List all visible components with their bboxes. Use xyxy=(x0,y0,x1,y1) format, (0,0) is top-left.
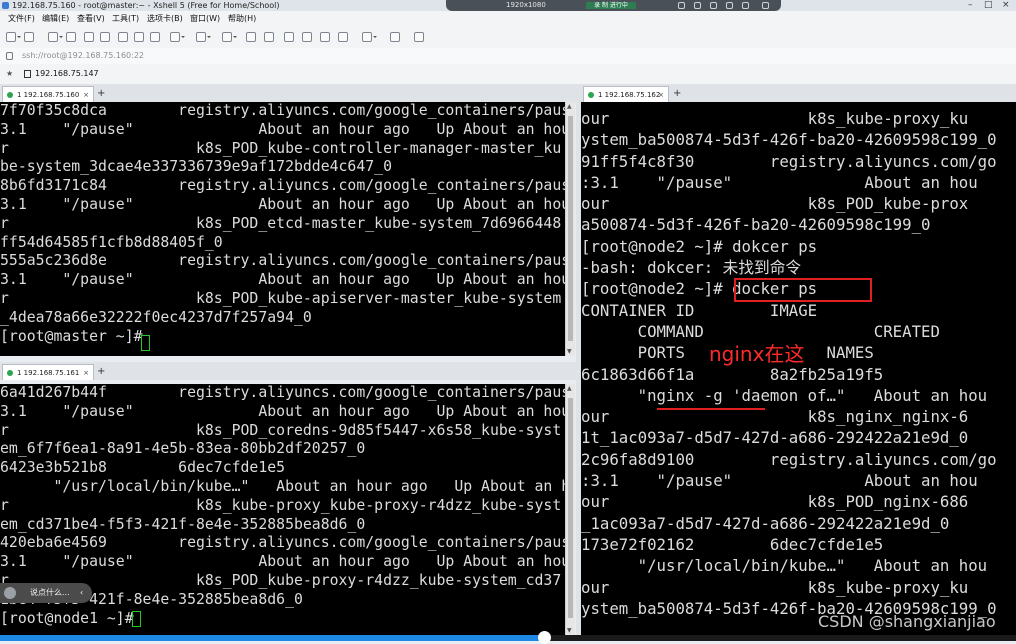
find-icon[interactable] xyxy=(150,32,160,42)
quick-session-host[interactable]: 192.168.75.147 xyxy=(35,64,99,84)
menu-window[interactable]: 窗口(W) xyxy=(190,11,220,26)
connected-status-icon xyxy=(7,370,13,376)
scrollbar-node1[interactable]: ▲ ▼ xyxy=(565,384,575,635)
settings-icon[interactable] xyxy=(742,2,749,9)
scroll-thumb[interactable] xyxy=(568,116,573,341)
video-progress-bar[interactable] xyxy=(0,631,1016,644)
connected-status-icon xyxy=(7,92,13,98)
close-tab-icon[interactable]: × xyxy=(83,87,89,103)
font-icon[interactable] xyxy=(222,32,237,42)
avatar xyxy=(4,587,16,599)
screen-recorder-overlay: 1920x1080 录 制 进行中 xyxy=(446,0,781,11)
new-session-icon[interactable] xyxy=(6,32,21,42)
quick-command-bar: ★ 192.168.75.147 xyxy=(0,64,1016,85)
tab-session-162[interactable]: 1 192.168.75.162 × xyxy=(583,86,669,102)
video-progress-fill xyxy=(0,635,544,641)
menu-tools[interactable]: 工具(T) xyxy=(112,11,139,26)
keyboard-icon[interactable] xyxy=(320,32,330,42)
properties-icon[interactable] xyxy=(100,32,110,42)
xftp-icon[interactable] xyxy=(246,32,256,42)
minimize-icon[interactable]: – xyxy=(968,0,973,11)
paste-icon[interactable] xyxy=(134,32,144,42)
lock-icon[interactable] xyxy=(302,32,312,42)
xshell-app-icon xyxy=(2,2,9,9)
copy-icon[interactable] xyxy=(118,32,128,42)
tabstrip-master: 1 192.168.75.160 × + xyxy=(0,84,576,102)
star-icon[interactable]: ★ xyxy=(6,64,13,84)
menu-edit[interactable]: 编辑(E) xyxy=(42,11,69,26)
cursor-master xyxy=(141,335,150,351)
scroll-down-icon[interactable]: ▼ xyxy=(567,348,572,355)
menu-tabs[interactable]: 选项卡(B) xyxy=(147,11,183,26)
transfer-icon[interactable] xyxy=(264,32,274,42)
menu-view[interactable]: 查看(V) xyxy=(77,11,105,26)
connected-status-icon xyxy=(588,92,594,98)
scroll-thumb[interactable] xyxy=(568,398,573,618)
help-icon[interactable] xyxy=(414,32,424,42)
docker-ps-highlight-box xyxy=(734,278,872,302)
cursor-node1 xyxy=(132,611,141,627)
maximize-icon[interactable]: □ xyxy=(984,0,993,11)
csdn-watermark: CSDN @shangxianjiao xyxy=(818,612,996,631)
terminal-node2[interactable]: our k8s_kube-proxy_ku ystem_ba500874-5d3… xyxy=(581,102,1016,635)
terminal-master[interactable]: 7f70f35c8dca registry.aliyuncs.com/googl… xyxy=(0,102,565,356)
menu-file[interactable]: 文件(F) xyxy=(8,11,35,26)
scroll-up-icon[interactable]: ▲ xyxy=(567,385,572,392)
address-bar[interactable]: ssh://root@192.168.75.160:22 xyxy=(0,48,1016,64)
scrollbar-master[interactable]: ▲ ▼ xyxy=(565,102,575,356)
add-tab-icon[interactable]: + xyxy=(673,86,681,101)
add-tab-icon[interactable]: + xyxy=(97,364,105,379)
close-tab-icon[interactable]: × xyxy=(83,365,89,381)
close-window-icon[interactable]: × xyxy=(1002,0,1010,11)
camera-icon[interactable] xyxy=(710,2,717,9)
fullscreen-icon[interactable] xyxy=(390,32,400,42)
comment-toast[interactable]: 说点什么... ‹ xyxy=(0,583,92,603)
menu-bar: 文件(F) 编辑(E) 查看(V) 工具(T) 选项卡(B) 窗口(W) 帮助(… xyxy=(0,11,1016,26)
comment-placeholder: 说点什么... xyxy=(30,588,70,597)
close-recorder-icon[interactable] xyxy=(762,2,769,9)
open-folder-icon[interactable] xyxy=(24,32,34,42)
chevron-left-icon[interactable]: ‹ xyxy=(80,583,83,603)
connect-icon[interactable] xyxy=(48,32,63,42)
compose-icon[interactable] xyxy=(338,32,348,42)
recording-status-badge: 录 制 进行中 xyxy=(586,2,636,9)
recorder-resolution: 1920x1080 xyxy=(506,1,546,9)
globe-icon[interactable] xyxy=(196,32,211,42)
scroll-down-icon[interactable]: ▼ xyxy=(567,627,572,634)
pen-icon[interactable] xyxy=(726,2,733,9)
terminal-master-output: 7f70f35c8dca registry.aliyuncs.com/googl… xyxy=(0,102,565,345)
tabstrip-node2: 1 192.168.75.162 × + xyxy=(581,84,1016,102)
nginx-underline xyxy=(657,408,765,410)
scroll-up-icon[interactable]: ▲ xyxy=(567,103,572,110)
tabstrip-node1: 1 192.168.75.161 × + xyxy=(0,362,576,380)
script-icon[interactable] xyxy=(284,32,294,42)
layout-icon[interactable] xyxy=(362,32,377,42)
tab-session-160[interactable]: 1 192.168.75.160 × xyxy=(2,86,94,102)
nginx-annotation: nginx在这 xyxy=(709,342,805,366)
tab-session-161[interactable]: 1 192.168.75.161 × xyxy=(2,364,94,380)
close-tab-icon[interactable]: × xyxy=(658,87,664,103)
window-title: 192.168.75.160 - root@master:~ - Xshell … xyxy=(12,1,280,10)
toolbar xyxy=(0,26,1016,49)
reconnect-icon[interactable] xyxy=(84,32,94,42)
stop-icon[interactable] xyxy=(694,2,701,9)
add-tab-icon[interactable]: + xyxy=(97,86,105,101)
print-icon[interactable] xyxy=(170,32,185,42)
session-address: ssh://root@192.168.75.160:22 xyxy=(22,51,145,60)
disconnect-icon[interactable] xyxy=(66,32,76,42)
video-progress-knob[interactable] xyxy=(537,631,551,644)
pause-icon[interactable] xyxy=(678,2,685,9)
lock-icon xyxy=(6,52,13,60)
menu-help[interactable]: 帮助(H) xyxy=(228,11,256,26)
bookmark-icon xyxy=(24,70,31,78)
